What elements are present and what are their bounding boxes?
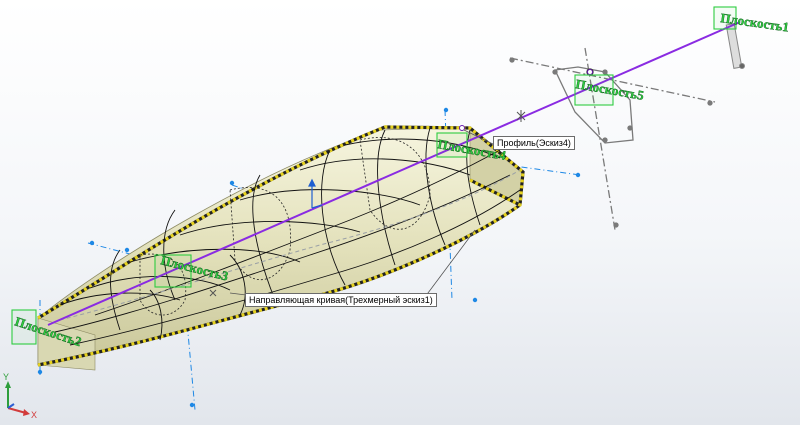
triad-y-arrow (5, 381, 11, 388)
sketch-point (602, 137, 608, 143)
ref-point (189, 402, 195, 408)
ref-point (89, 240, 95, 246)
view-triad[interactable]: Y X (3, 372, 37, 420)
guide-curve-callout[interactable]: Направляющая кривая(Трехмерный эскиз1) (245, 293, 437, 307)
graphics-viewport[interactable]: Плоскость1 Плоскость2 Плоскость3 Плоскос… (0, 0, 800, 425)
triad-x-arrow (23, 409, 30, 416)
guide-curve-point[interactable] (459, 125, 465, 131)
end-rod (725, 23, 745, 69)
guide-curve-point[interactable] (587, 69, 593, 75)
sketch-point (613, 222, 619, 228)
lofted-hull[interactable] (37, 125, 525, 371)
rod-body (725, 23, 743, 69)
sketch-point (509, 57, 515, 63)
triad-y-label: Y (3, 372, 9, 382)
guide-curve-line[interactable] (47, 21, 741, 326)
sketch-point (602, 69, 608, 75)
sketch-point (627, 125, 633, 131)
ref-point (443, 107, 449, 113)
ref-point (472, 297, 478, 303)
ref-point (575, 172, 581, 178)
ref-point (124, 247, 130, 253)
ref-point (37, 369, 43, 375)
triad-x-label: X (31, 410, 37, 420)
triad-x-axis (7, 407, 27, 414)
ref-point (229, 180, 235, 186)
sketch-point (552, 69, 558, 75)
model-scene[interactable]: Плоскость1 Плоскость2 Плоскость3 Плоскос… (0, 0, 800, 425)
profile-callout[interactable]: Профиль(Эскиз4) (493, 136, 575, 150)
guide-curve[interactable] (47, 21, 741, 326)
sketch-point (707, 100, 713, 106)
rod-end (739, 63, 745, 69)
